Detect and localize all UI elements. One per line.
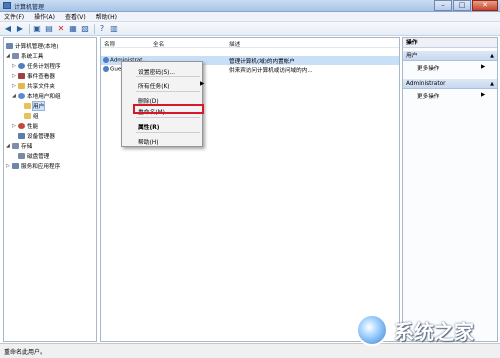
console-icon[interactable]: ▥ xyxy=(109,24,119,34)
tree-item-shared-folders[interactable]: ▷ 共享文件夹 xyxy=(12,81,55,90)
menu-separator xyxy=(136,76,200,77)
menu-file[interactable]: 文件(F) xyxy=(4,12,24,21)
watermark-logo-icon xyxy=(356,314,388,346)
submenu-arrow-icon: ▶ xyxy=(200,81,205,87)
action-more-actions-administrator[interactable]: 更多操作 ▶ xyxy=(417,92,485,100)
device-manager-icon xyxy=(18,132,25,139)
properties-icon[interactable]: ▦ xyxy=(68,24,78,34)
tree-item-system-tools[interactable]: ◢ 系统工具 xyxy=(6,51,43,60)
column-description[interactable]: 描述 xyxy=(229,40,240,48)
menu-item-set-password[interactable]: 设置密码(S)... xyxy=(138,67,175,76)
disk-icon xyxy=(18,152,25,159)
watermark-text: 系统之家 xyxy=(394,320,474,344)
tree-item-computer-management[interactable]: 计算机管理(本地) xyxy=(6,41,59,50)
users-icon xyxy=(18,92,25,99)
column-fullname[interactable]: 全名 xyxy=(153,40,164,48)
tree-item-users[interactable]: 用户 xyxy=(24,100,46,111)
tree-item-performance[interactable]: ▷ 性能 xyxy=(12,121,38,130)
actions-section-administrator[interactable]: Administrator ▲ xyxy=(403,79,497,89)
rename-highlight-box xyxy=(133,104,204,114)
title-bar: 计算机管理 – □ ✕ xyxy=(0,0,500,12)
menu-view[interactable]: 查看(V) xyxy=(65,12,86,21)
navigation-tree: 计算机管理(本地) ◢ 系统工具 ▷ 任务计划程序 ▷ 事件查看器 ▷ 共享文件… xyxy=(3,37,97,342)
toolbar-separator xyxy=(29,23,30,34)
watermark: 系统之家 xyxy=(350,306,498,356)
tree-item-services-applications[interactable]: ▷ 服务和应用程序 xyxy=(6,161,60,170)
collapse-up-icon[interactable]: ▲ xyxy=(490,79,494,89)
tree-item-storage[interactable]: ◢ 存储 xyxy=(6,141,32,150)
event-viewer-icon xyxy=(18,72,25,79)
menu-action[interactable]: 操作(A) xyxy=(34,12,55,21)
folder-icon xyxy=(24,112,31,119)
menu-item-all-tasks[interactable]: 所有任务(K) ▶ xyxy=(138,81,204,90)
menu-item-help[interactable]: 帮助(H) xyxy=(138,137,158,146)
computer-management-icon xyxy=(3,2,11,9)
status-text: 重命名此用户。 xyxy=(4,349,47,356)
back-icon[interactable]: ◀ xyxy=(3,24,13,34)
actions-section-users[interactable]: 用户 ▲ xyxy=(403,51,497,61)
close-button[interactable]: ✕ xyxy=(472,0,498,11)
toolbar: ◀ ▶ ▣ ▤ ✕ ▦ ▧ ? ▥ xyxy=(0,22,500,36)
services-icon xyxy=(12,162,19,169)
storage-icon xyxy=(12,142,19,149)
performance-icon xyxy=(18,122,25,129)
up-folder-icon[interactable]: ▣ xyxy=(32,24,42,34)
tree-item-local-users-groups[interactable]: ◢ 本地用户和组 xyxy=(12,91,61,100)
menu-separator xyxy=(136,117,200,118)
actions-pane: 操作 用户 ▲ 更多操作 ▶ Administrator ▲ 更多操作 ▶ xyxy=(402,37,498,342)
minimize-button[interactable]: – xyxy=(434,0,452,11)
help-icon[interactable]: ? xyxy=(97,24,107,34)
clock-icon xyxy=(18,62,25,69)
menu-bar: 文件(F) 操作(A) 查看(V) 帮助(H) xyxy=(0,12,500,22)
user-icon xyxy=(103,66,109,72)
maximize-button[interactable]: □ xyxy=(453,0,471,11)
window-title: 计算机管理 xyxy=(14,4,45,11)
submenu-arrow-icon: ▶ xyxy=(481,64,486,70)
shared-folder-icon xyxy=(18,82,25,89)
menu-item-properties[interactable]: 属性(R) xyxy=(138,122,159,131)
tree-item-device-manager[interactable]: 设备管理器 xyxy=(18,131,55,140)
forward-icon[interactable]: ▶ xyxy=(15,24,25,34)
tree-item-groups[interactable]: 组 xyxy=(24,111,39,120)
tree-item-event-viewer[interactable]: ▷ 事件查看器 xyxy=(12,71,55,80)
delete-icon[interactable]: ✕ xyxy=(56,24,66,34)
actions-header: 操作 xyxy=(403,38,497,48)
toolbar-separator xyxy=(94,23,95,34)
collapse-up-icon[interactable]: ▲ xyxy=(490,51,494,61)
window-controls: – □ ✕ xyxy=(433,0,498,11)
menu-help[interactable]: 帮助(H) xyxy=(96,12,117,21)
user-icon xyxy=(103,57,109,63)
tree-item-disk-management[interactable]: 磁盘管理 xyxy=(18,151,49,160)
row-description: 供来宾访问计算机或访问域的内... xyxy=(229,68,313,74)
row-description: 管理计算机(域)的内置帐户 xyxy=(229,59,295,65)
computer-icon xyxy=(6,42,13,49)
export-list-icon[interactable]: ▧ xyxy=(80,24,90,34)
folder-icon xyxy=(24,102,31,109)
action-more-actions-users[interactable]: 更多操作 ▶ xyxy=(417,64,485,72)
submenu-arrow-icon: ▶ xyxy=(481,92,486,98)
tools-icon xyxy=(12,52,19,59)
menu-separator xyxy=(136,132,200,133)
menu-separator xyxy=(136,91,200,92)
column-name[interactable]: 名称 xyxy=(104,40,115,48)
tree-item-task-scheduler[interactable]: ▷ 任务计划程序 xyxy=(12,61,61,70)
show-hide-tree-icon[interactable]: ▤ xyxy=(44,24,54,34)
list-header: 名称 全名 描述 xyxy=(101,38,399,48)
